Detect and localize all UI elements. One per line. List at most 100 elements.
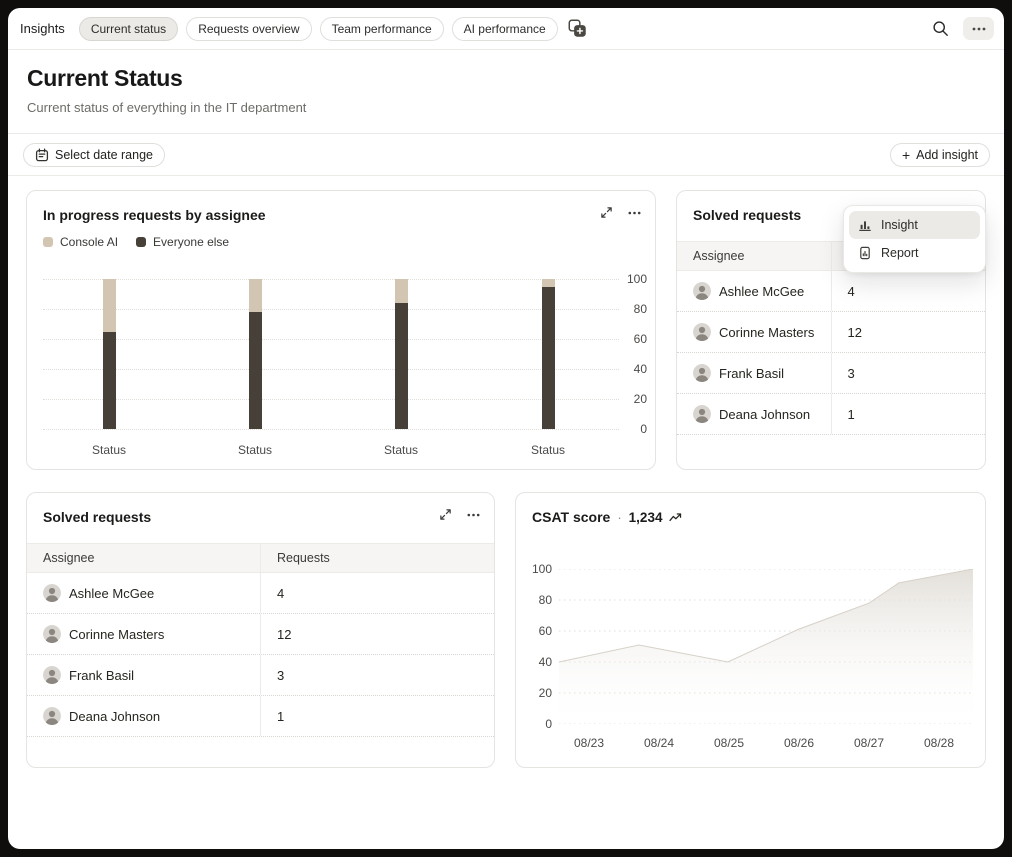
card-context-menu: Insight Report [843, 205, 986, 273]
assignee-name: Frank Basil [719, 365, 785, 381]
select-date-range-label: Select date range [55, 147, 153, 162]
legend-label: Everyone else [153, 235, 230, 249]
avatar [43, 707, 61, 725]
legend-label: Console AI [60, 235, 119, 249]
y-axis-tick: 60 [538, 624, 552, 638]
table-body: Ashlee McGee 4 Corinne Masters 12 Frank Basi… [27, 573, 494, 737]
requests-count: 4 [830, 271, 986, 311]
assignee-name: Deana Johnson [719, 406, 811, 422]
table-row[interactable]: Frank Basil 3 [27, 655, 494, 696]
x-axis-label: 08/23 [573, 736, 605, 750]
column-header-assignee: Assignee [693, 249, 745, 263]
search-button[interactable] [930, 18, 951, 39]
nav-more-button[interactable] [963, 17, 994, 40]
csat-y-axis: 0 20 40 60 80 100 [516, 562, 552, 731]
bar-segment-everyone-else [394, 303, 408, 429]
expand-icon [439, 508, 452, 521]
gridline [43, 399, 619, 400]
card-more-button[interactable] [628, 211, 641, 215]
requests-count: 4 [260, 573, 494, 613]
requests-count: 12 [830, 312, 986, 352]
table-row[interactable]: Deana Johnson 1 [27, 696, 494, 737]
bar-segment-everyone-else [102, 331, 116, 429]
avatar [693, 323, 711, 341]
csat-area-chart [559, 569, 973, 724]
bar-segment-console-ai [394, 279, 408, 303]
bar-segment-console-ai [541, 279, 555, 287]
y-axis-tick: 20 [633, 392, 647, 406]
table-row[interactable]: Frank Basil 3 [677, 353, 985, 394]
assignee-cell: Corinne Masters [677, 312, 831, 352]
y-axis-tick: 80 [538, 593, 552, 607]
toolbar: Select date range + Add insight [8, 133, 1004, 176]
report-document-icon [858, 246, 872, 260]
card-more-button[interactable] [467, 513, 480, 517]
y-axis-tick: 80 [633, 302, 647, 316]
stacked-bar[interactable] [394, 279, 408, 429]
plus-icon: + [901, 146, 911, 163]
assignee-cell: Deana Johnson [27, 696, 260, 736]
csat-kpi-value: 1,234 [628, 509, 663, 525]
x-axis-label: 08/24 [643, 736, 675, 750]
select-date-range-button[interactable]: Select date range [23, 142, 165, 167]
avatar [693, 405, 711, 423]
assignee-name: Ashlee McGee [719, 283, 805, 299]
ellipsis-icon [467, 513, 480, 517]
csat-area-fill [559, 569, 973, 724]
card-title: Solved requests [43, 509, 152, 525]
tab-team-performance[interactable]: Team performance [319, 16, 444, 41]
assignee-cell: Deana Johnson [677, 394, 831, 434]
card-solved-requests-bottom: Solved requests Assignee Requests Ashlee… [26, 492, 495, 768]
search-icon [932, 20, 949, 37]
x-axis-label: 08/28 [923, 736, 955, 750]
table-row[interactable]: Corinne Masters 12 [677, 312, 985, 353]
stacked-bar[interactable] [248, 279, 262, 429]
add-view-button[interactable] [566, 17, 589, 40]
assignee-name: Ashlee McGee [69, 585, 155, 601]
insight-bar-chart-icon [858, 218, 872, 232]
card-actions [439, 508, 480, 521]
page-title: Current Status [27, 65, 183, 91]
avatar [43, 584, 61, 602]
table-row[interactable]: Deana Johnson 1 [677, 394, 985, 435]
nav-tabs: Current status Requests overview Team perf… [78, 16, 558, 41]
menu-item-report[interactable]: Report [849, 239, 980, 267]
table-row[interactable]: Corinne Masters 12 [27, 614, 494, 655]
card-title: In progress requests by assignee [43, 207, 266, 223]
assignee-name: Deana Johnson [69, 708, 161, 724]
content-area: In progress requests by assignee Console… [8, 176, 1004, 768]
legend-item[interactable]: Everyone else [136, 235, 229, 249]
bar-segment-everyone-else [541, 286, 555, 429]
x-axis-label: 08/27 [853, 736, 885, 750]
table-row[interactable]: Ashlee McGee 4 [27, 573, 494, 614]
gridline [43, 339, 619, 340]
assignee-cell: Ashlee McGee [27, 573, 260, 613]
gridline [43, 429, 619, 430]
gridline [43, 309, 619, 310]
avatar [693, 282, 711, 300]
tab-ai-performance[interactable]: AI performance [451, 16, 558, 41]
legend-item[interactable]: Console AI [43, 235, 118, 249]
requests-count: 1 [830, 394, 986, 434]
expand-button[interactable] [600, 206, 613, 219]
area-chart-svg [559, 569, 973, 724]
menu-item-insight[interactable]: Insight [849, 211, 980, 239]
expand-button[interactable] [439, 508, 452, 521]
bar-chart-y-axis: 0 20 40 60 80 100 [625, 272, 647, 436]
tab-current-status[interactable]: Current status [78, 16, 179, 41]
card-title: Solved requests [693, 207, 802, 223]
stacked-bar[interactable] [102, 279, 116, 429]
stacked-bar[interactable] [541, 279, 555, 429]
table-row[interactable]: Ashlee McGee 4 [677, 271, 985, 312]
assignee-name: Frank Basil [69, 667, 135, 683]
requests-count: 3 [260, 655, 494, 695]
add-insight-button[interactable]: + Add insight [889, 142, 990, 167]
gridline [43, 279, 619, 280]
assignee-name: Corinne Masters [719, 324, 815, 340]
bar-segment-console-ai [102, 279, 116, 332]
tab-requests-overview[interactable]: Requests overview [186, 16, 312, 41]
legend-swatch [43, 237, 53, 247]
avatar [693, 364, 711, 382]
bar-segment-everyone-else [248, 312, 262, 429]
assignee-name: Corinne Masters [69, 626, 165, 642]
